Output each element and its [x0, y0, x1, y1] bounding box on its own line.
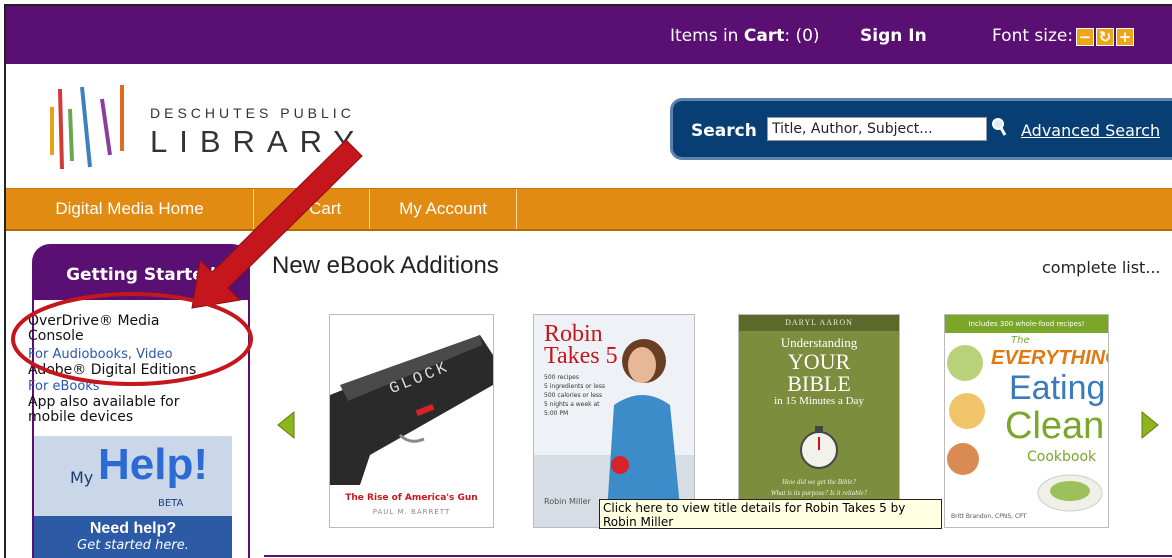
robin-blurb-line: 500 recipes — [544, 374, 579, 381]
font-size-label: Font size: — [992, 26, 1074, 46]
robin-author: Robin Miller — [544, 497, 591, 506]
help-my: My — [70, 468, 94, 487]
robin-blurb: 500 recipes 5 ingredients or less 500 ca… — [544, 373, 605, 418]
eat-w2: Eating — [1009, 369, 1106, 407]
complete-list-link[interactable]: complete list... — [1042, 258, 1161, 277]
robin-blurb-line: 5 ingredients or less — [544, 383, 606, 390]
help-need: Need help? — [89, 520, 177, 537]
eat-w4: Cookbook — [1027, 449, 1097, 465]
eat-the: The — [1011, 335, 1030, 346]
content-divider — [264, 555, 1172, 557]
bible-q2: What is its purpose? Is it reliable? — [770, 489, 868, 497]
app-note-line2: mobile devices — [28, 409, 134, 425]
bible-author: DARYL AARON — [739, 315, 899, 331]
font-reset-button[interactable]: ↻ — [1096, 28, 1114, 46]
cart-word: Cart — [743, 26, 785, 46]
main-nav: Digital Media Home My Cart My Account — [6, 188, 1172, 231]
help-cta: Need help? Get started here. — [34, 516, 232, 558]
help-word: Help! — [98, 440, 208, 489]
robin-title-line2: Takes 5 — [544, 343, 618, 369]
app-note-line1: App also available for — [28, 394, 180, 410]
title-tooltip: Click here to view title details for Rob… — [599, 499, 942, 529]
cart-summary[interactable]: Items in Cart: (0) — [670, 26, 820, 46]
my-help-banner[interactable]: My Help! BETA Need help? Get started her… — [34, 436, 232, 558]
eat-author: Britt Brandon, CPNS, CPT — [951, 513, 1027, 520]
font-decrease-button[interactable]: − — [1076, 28, 1094, 46]
overdrive-line1: OverDrive® Media — [28, 313, 160, 329]
page-frame: Items in Cart: (0) Sign In Font size: − … — [4, 4, 1172, 558]
robin-title: Robin Takes 5 — [544, 321, 618, 369]
book-cover-understanding-your-bible[interactable]: DARYL AARON Understanding YOUR BIBLE in … — [738, 314, 900, 528]
adobe-link[interactable]: Adobe® Digital Editions — [28, 363, 196, 378]
library-logo[interactable]: DESCHUTES PUBLIC LIBRARY — [46, 79, 386, 169]
carousel-prev-icon[interactable] — [276, 410, 296, 440]
tab-my-account[interactable]: My Account — [370, 189, 517, 229]
logo-line2: LIBRARY — [150, 124, 367, 159]
bible-q1: How did we get the Bible? — [781, 478, 857, 486]
logo-bars-icon — [50, 85, 124, 169]
food-plates-icon — [947, 345, 985, 475]
cart-prefix: Items in — [670, 26, 744, 46]
bible-line3: BIBLE — [787, 371, 851, 396]
app-note: App also available for mobile devices — [28, 395, 179, 425]
search-input[interactable] — [767, 117, 987, 141]
book-cover-robin-takes-5[interactable]: Robin Takes 5 500 recipes 5 ingredients … — [533, 314, 695, 528]
robin-blurb-line: 5 nights a week at — [544, 401, 600, 408]
eat-w1: EVERYTHING — [991, 347, 1109, 369]
robin-blurb-line: 5:00 PM — [544, 410, 569, 417]
logo-line1: DESCHUTES PUBLIC — [150, 105, 355, 121]
top-bar: Items in Cart: (0) Sign In Font size: − … — [6, 6, 1172, 64]
magnifier-icon[interactable] — [991, 117, 1007, 137]
glock-author: PAUL M. BARRETT — [372, 508, 451, 516]
bible-line2: YOUR — [787, 349, 851, 374]
search-panel: Search Advanced Search — [670, 98, 1172, 160]
overdrive-sub[interactable]: For Audiobooks, Video — [28, 347, 173, 362]
cart-count: : (0) — [784, 26, 820, 46]
help-beta: BETA — [158, 498, 184, 509]
overdrive-link[interactable]: OverDrive® Media Console — [28, 314, 160, 344]
robin-title-line1: Robin — [544, 321, 603, 347]
page-title: New eBook Additions — [272, 252, 499, 279]
tab-digital-media-home[interactable]: Digital Media Home — [6, 189, 254, 229]
salad-plate-icon — [1037, 474, 1103, 512]
book-cover-everything-eating-clean[interactable]: Includes 300 whole-food recipes! The EVE… — [944, 314, 1109, 528]
eat-top-banner: Includes 300 whole-food recipes! — [945, 315, 1108, 333]
bible-title: Understanding YOUR BIBLE in 15 Minutes a… — [739, 335, 899, 407]
carousel-next-icon[interactable] — [1140, 410, 1160, 440]
advanced-search-link[interactable]: Advanced Search — [1021, 121, 1160, 140]
stopwatch-icon — [800, 426, 838, 469]
sign-in-link[interactable]: Sign In — [860, 26, 927, 46]
adobe-sub[interactable]: For eBooks — [28, 379, 100, 394]
robin-blurb-line: 500 calories or less — [544, 392, 603, 399]
getting-started-panel: Getting Started OverDrive® Media Console… — [28, 244, 250, 558]
pistol-icon — [330, 335, 493, 485]
help-started: Get started here. — [77, 538, 189, 553]
eat-w3: Clean — [1005, 405, 1105, 447]
getting-started-heading: Getting Started — [34, 246, 248, 300]
glock-subtitle: The Rise of America's Gun — [345, 493, 478, 503]
search-label: Search — [691, 121, 757, 141]
bible-questions: How did we get the Bible? What is its pu… — [739, 477, 899, 499]
bible-line4: in 15 Minutes a Day — [774, 395, 864, 407]
font-increase-button[interactable]: + — [1116, 28, 1134, 46]
book-cover-glock[interactable]: GLOCK The Rise of America's Gun PAUL M. … — [329, 314, 494, 528]
tab-my-cart[interactable]: My Cart — [254, 189, 370, 229]
overdrive-line2: Console — [28, 328, 84, 344]
